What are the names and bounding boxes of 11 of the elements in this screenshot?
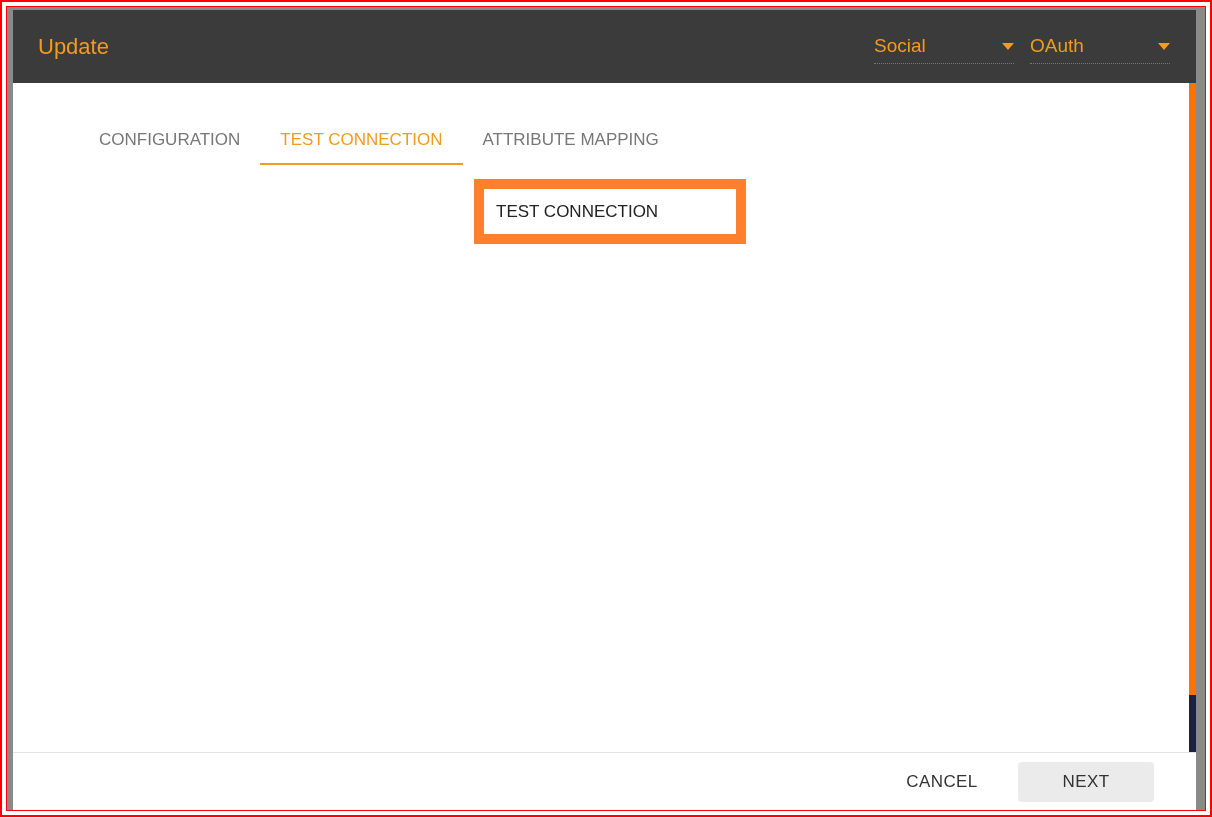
category-select[interactable]: OAuth: [1030, 29, 1170, 64]
category-select[interactable]: Social: [874, 29, 1014, 64]
next-button[interactable]: NEXT: [1018, 761, 1154, 802]
cancel-button[interactable]: CANCEL: [892, 761, 992, 802]
caret-icon: [1158, 42, 1170, 50]
caret-icon: [1002, 42, 1014, 50]
dialog-title: Update: [38, 33, 110, 61]
tab[interactable]: CONFIGURATION: [79, 117, 261, 165]
test-connection-button[interactable]: TEST CONNECTION: [474, 179, 746, 244]
scrollbar[interactable]: [1189, 83, 1196, 752]
tab[interactable]: ATTRIBUTE MAPPING: [462, 117, 679, 165]
